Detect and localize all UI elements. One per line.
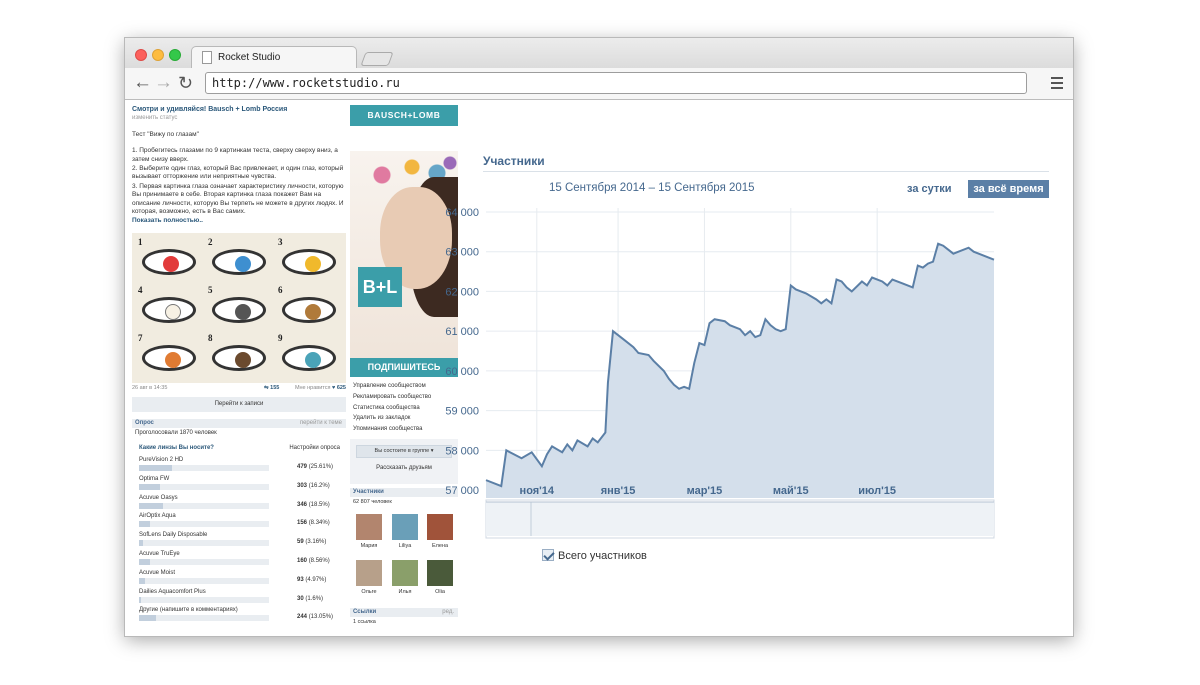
links-count: 1 ссылка xyxy=(353,619,376,625)
browser-toolbar: ← → ↻ http://www.rocketstudio.ru xyxy=(125,68,1073,100)
post-line xyxy=(132,140,346,146)
poll-option-count: 30 xyxy=(297,595,304,602)
member-name: Илья xyxy=(398,589,412,595)
member-name: Olia xyxy=(435,589,445,595)
poll-option-pct: (13.05%) xyxy=(308,614,334,621)
browser-window: Rocket Studio ← → ↻ http://www.rocketstu… xyxy=(125,38,1073,636)
x-tick-label: мар'15 xyxy=(687,485,723,497)
x-tick-label: июл'15 xyxy=(858,485,896,497)
y-tick-label: 61 000 xyxy=(445,326,479,338)
forward-arrow-icon[interactable]: → xyxy=(154,72,173,94)
poll-option-bar xyxy=(139,596,269,603)
avatar xyxy=(356,560,382,586)
poll-option[interactable]: Acuvue TruEye 160 (8.56%) xyxy=(139,551,339,570)
post-author[interactable]: Смотри и удивляйся! Bausch + Lomb Россия xyxy=(132,106,346,114)
stats-title: Участники xyxy=(483,154,545,168)
poll-option-value: 93 (4.97%) xyxy=(297,577,326,583)
member-avatar[interactable]: Илья xyxy=(390,560,420,595)
divider xyxy=(483,171,1049,172)
poll-option-bar-fill xyxy=(139,615,156,622)
poll-option-pct: (4.97%) xyxy=(305,576,327,583)
page-content: Смотри и удивляйся! Bausch + Lomb Россия… xyxy=(125,100,1073,636)
edit-links-link[interactable]: ред. xyxy=(442,608,454,617)
y-tick-label: 63 000 xyxy=(445,247,479,259)
poll-option-bar xyxy=(139,559,269,565)
change-status-link[interactable]: изменить статус xyxy=(132,114,346,122)
chart-legend[interactable]: Всего участников xyxy=(542,549,647,562)
legend-label: Всего участников xyxy=(558,550,647,562)
poll-option-value: 160 (8.56%) xyxy=(297,558,330,564)
poll-option-value: 244 (13.05%) xyxy=(297,614,333,620)
post-line: 1. Пробегитесь глазами по 9 картинкам те… xyxy=(132,147,338,163)
member-name: Ольге xyxy=(361,589,377,595)
poll-option-name: Acuvue Moist xyxy=(139,569,176,576)
date-range[interactable]: 15 Сентября 2014 – 15 Сентября 2015 xyxy=(549,182,755,194)
reload-icon[interactable]: ↻ xyxy=(178,72,193,94)
links-header: Ссылки ред. xyxy=(350,608,458,617)
poll-option[interactable]: Acuvue Moist 93 (4.97%) xyxy=(139,570,339,589)
navigator-range xyxy=(486,502,994,536)
post-line: 2. Выберите один глаз, который Вас привл… xyxy=(132,165,344,181)
member-avatar[interactable]: Ольге xyxy=(354,560,384,595)
poll-option-bar-fill xyxy=(139,577,146,584)
poll-option-pct: (8.56%) xyxy=(308,558,330,564)
x-tick-label: янв'15 xyxy=(601,485,636,497)
y-tick-label: 57 000 xyxy=(445,485,479,497)
title-bar: Rocket Studio xyxy=(125,38,1073,69)
poll-option-pct: (1.6%) xyxy=(305,595,324,602)
avatar xyxy=(392,560,418,586)
hamburger-menu-icon[interactable] xyxy=(1051,77,1063,89)
y-tick-label: 64 000 xyxy=(445,207,479,219)
page-icon xyxy=(202,51,212,64)
checkbox-checked-icon[interactable] xyxy=(542,549,554,561)
poll-option-name: Acuvue TruEye xyxy=(139,551,180,557)
y-tick-label: 58 000 xyxy=(445,445,479,457)
address-bar[interactable]: http://www.rocketstudio.ru xyxy=(205,72,1027,94)
new-tab-button[interactable] xyxy=(360,52,394,66)
poll-option-count: 160 xyxy=(297,558,308,564)
x-tick-label: ноя'14 xyxy=(520,485,555,497)
maximize-window-button[interactable] xyxy=(169,49,181,61)
poll-option-name: Dailies Aquacomfort Plus xyxy=(139,588,206,595)
links-title[interactable]: Ссылки xyxy=(353,609,376,615)
poll-option-count: 93 xyxy=(297,576,304,583)
close-window-button[interactable] xyxy=(135,49,147,61)
y-tick-label: 62 000 xyxy=(445,286,479,298)
poll-option-count: 244 xyxy=(297,614,308,621)
y-tick-label: 60 000 xyxy=(445,366,479,378)
poll-option-value: 30 (1.6%) xyxy=(297,596,323,602)
minimize-window-button[interactable] xyxy=(152,49,164,61)
poll-option-name: Другие (напишите в комментариях) xyxy=(139,607,238,614)
avatar xyxy=(427,560,453,586)
back-arrow-icon[interactable]: ← xyxy=(133,72,152,94)
poll-option-bar xyxy=(139,615,269,622)
poll-option[interactable]: Dailies Aquacomfort Plus 30 (1.6%) xyxy=(139,589,339,608)
tab-title: Rocket Studio xyxy=(218,52,281,63)
period-day-tab[interactable]: за сутки xyxy=(907,183,952,195)
poll-option[interactable]: Другие (напишите в комментариях) 244 (13.… xyxy=(139,607,339,626)
period-all-tab[interactable]: за всё время xyxy=(968,180,1049,198)
post-line: Тест "Вижу по глазам" xyxy=(132,130,199,138)
browser-tab[interactable]: Rocket Studio xyxy=(191,46,357,69)
poll-option-bar xyxy=(139,577,269,584)
poll-option-bar-fill xyxy=(139,596,142,603)
poll-option-bar-fill xyxy=(139,559,151,565)
members-chart[interactable]: 57 000 58 000 59 000 60 000 61 000 62 000 63 0… xyxy=(125,200,1055,544)
x-tick-label: май'15 xyxy=(773,485,809,497)
brand-logo: BAUSCH+LOMB xyxy=(350,105,458,126)
y-tick-label: 59 000 xyxy=(445,406,479,418)
member-avatar[interactable]: Olia xyxy=(425,560,455,595)
